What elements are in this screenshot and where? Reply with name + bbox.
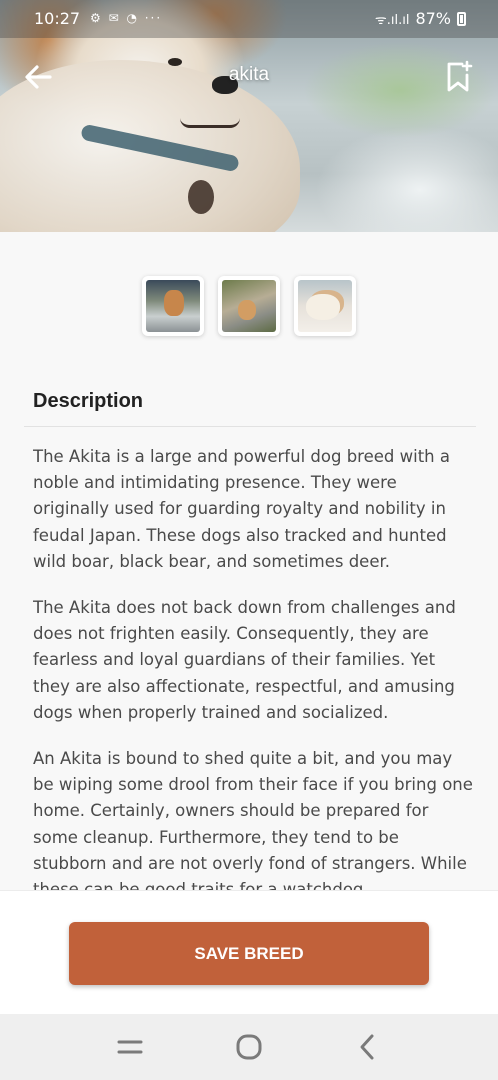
dog-photo-tag [188, 180, 214, 214]
description-paragraph: The Akita does not back down from challe… [33, 598, 456, 722]
signal-icon: ᯤ.ıl.ıl [374, 12, 410, 28]
chevron-left-icon [360, 1034, 374, 1060]
gallery-thumbnail[interactable] [142, 276, 204, 336]
thumbnail-image [298, 280, 352, 332]
battery-percent: 87% [415, 9, 451, 28]
bookmark-add-icon [447, 60, 473, 92]
description-text[interactable]: The Akita is a large and powerful dog br… [33, 444, 473, 890]
system-nav-bar [0, 1014, 498, 1080]
divider [24, 426, 476, 427]
photo-gallery [0, 276, 498, 336]
description-paragraph: The Akita is a large and powerful dog br… [33, 447, 450, 571]
gallery-thumbnail[interactable] [218, 276, 280, 336]
status-time: 10:27 [34, 9, 81, 28]
notification-icons: ⚙ ✉ ◔ ··· [90, 11, 163, 25]
save-breed-button[interactable]: SAVE BREED [69, 922, 429, 985]
bottom-action-panel: SAVE BREED [0, 890, 498, 1014]
page-title: akita [228, 64, 270, 85]
home-icon [236, 1034, 262, 1060]
nav-back-button[interactable] [348, 1027, 388, 1067]
gallery-thumbnail[interactable] [294, 276, 356, 336]
battery-icon [457, 11, 466, 26]
thumbnail-image [222, 280, 276, 332]
recent-apps-button[interactable] [110, 1027, 150, 1067]
recent-apps-icon [117, 1040, 143, 1054]
description-paragraph: An Akita is bound to shed quite a bit, a… [33, 749, 473, 890]
dog-photo-mouth [180, 118, 240, 128]
status-bar: 10:27 ⚙ ✉ ◔ ··· ᯤ.ıl.ıl 87% [0, 0, 498, 38]
home-button[interactable] [229, 1027, 269, 1067]
thumbnail-image [146, 280, 200, 332]
bookmark-button[interactable] [440, 58, 478, 96]
description-heading: Description [33, 390, 144, 412]
status-right: ᯤ.ıl.ıl 87% [375, 9, 466, 28]
